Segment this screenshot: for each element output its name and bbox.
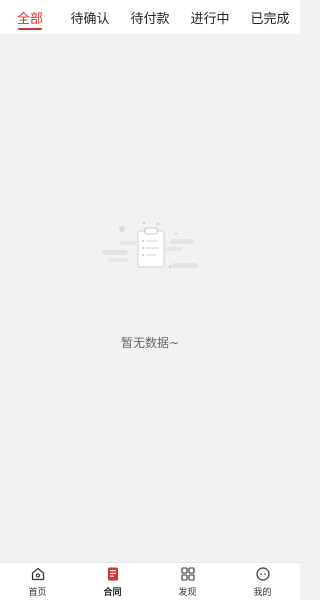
active-tab-indicator [18, 28, 42, 30]
nav-item-mine[interactable]: 我的 [225, 563, 300, 600]
home-icon [31, 567, 44, 580]
nav-item-home[interactable]: 首页 [0, 563, 75, 600]
empty-state-text: 暂无数据~ [120, 336, 180, 350]
app-root: 全部 待确认 待付款 进行中 已完成 暂无数据~ 首页 合同 发现 我的 [0, 0, 300, 600]
bottom-navigation: 首页 合同 发现 我的 [0, 562, 300, 600]
tab-label: 待付款 [130, 11, 170, 27]
profile-icon [255, 566, 270, 581]
tab-label: 进行中 [190, 11, 230, 27]
nav-item-contract[interactable]: 合同 [75, 563, 150, 600]
contract-icon [107, 567, 118, 580]
empty-state: 暂无数据~ [0, 34, 300, 562]
nav-item-discover[interactable]: 发现 [150, 563, 225, 600]
tab-label: 待确认 [70, 11, 110, 27]
nav-label: 首页 [28, 587, 47, 598]
order-status-tabs: 全部 待确认 待付款 进行中 已完成 [0, 0, 300, 34]
tab-pending-payment[interactable]: 待付款 [120, 0, 180, 34]
tab-all[interactable]: 全部 [0, 0, 60, 34]
tab-label: 全部 [16, 11, 43, 27]
clipboard-icon [102, 221, 198, 269]
grid-icon [180, 566, 195, 581]
tab-completed[interactable]: 已完成 [240, 0, 300, 34]
tab-label: 已完成 [250, 11, 290, 27]
nav-label: 合同 [103, 587, 122, 598]
tab-in-progress[interactable]: 进行中 [180, 0, 240, 34]
nav-label: 我的 [253, 587, 272, 598]
tab-pending-confirm[interactable]: 待确认 [60, 0, 120, 34]
nav-label: 发现 [178, 587, 197, 598]
